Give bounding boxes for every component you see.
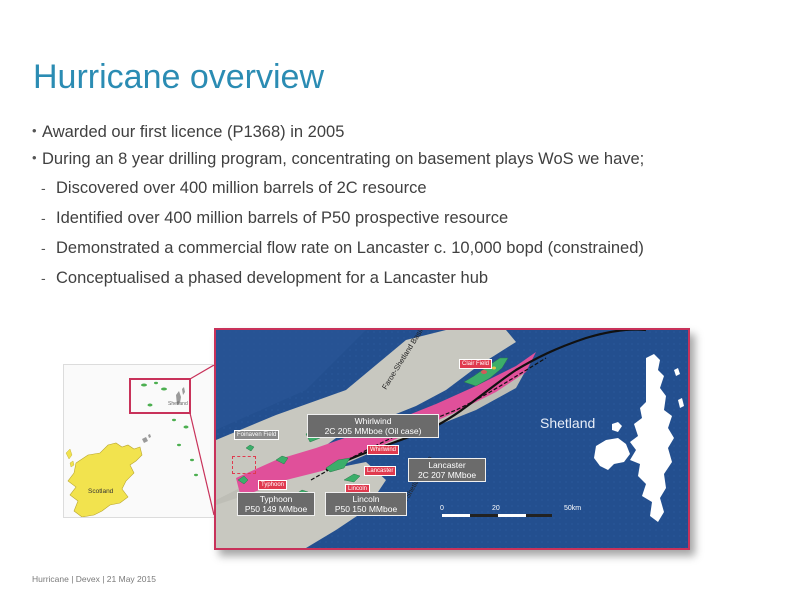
slide-title: Hurricane overview	[33, 58, 324, 96]
scale-tick-0: 0	[440, 505, 444, 512]
bullet-item: During an 8 year drilling program, conce…	[32, 148, 772, 169]
inset-scotland-label: Scotland	[88, 488, 114, 495]
callout-lincoln-value: P50 150 MMboe	[334, 504, 398, 514]
callout-whirlwind-value: 2C 205 MMboe (Oil case)	[324, 426, 422, 436]
sub-bullet-item: - Identified over 400 million barrels of …	[41, 209, 509, 227]
bullet-item: Awarded our first licence (P1368) in 200…	[32, 121, 772, 142]
inset-shetland-label: Shetland	[168, 401, 188, 407]
sub-bullet-text: Identified over 400 million barrels of P…	[56, 209, 509, 227]
scale-tick-50: 50km	[564, 505, 581, 512]
inset-locator-map: Shetland Scotland	[63, 364, 215, 518]
bullet-list: Awarded our first licence (P1368) in 200…	[32, 121, 772, 298]
callout-typhoon-value: P50 149 MMboe	[244, 504, 308, 514]
inset-highlight-box	[129, 378, 191, 414]
callout-lancaster-value: 2C 207 MMboe	[417, 470, 477, 480]
sub-bullet-item: - Discovered over 400 million barrels of …	[41, 179, 427, 197]
tag-foinaven-field: Foinaven Field	[234, 430, 280, 440]
tag-whirlwind: Whirlwind	[367, 445, 400, 455]
sub-bullet-text: Conceptualised a phased development for …	[56, 269, 489, 287]
sub-bullet-item: - Conceptualised a phased development for…	[41, 269, 489, 287]
callout-lincoln: Lincoln P50 150 MMboe	[325, 492, 407, 516]
callout-typhoon-name: Typhoon	[259, 494, 293, 504]
inset-map-graphic: Shetland Scotland	[65, 365, 214, 517]
callout-lancaster: Lancaster 2C 207 MMboe	[408, 458, 486, 482]
sub-bullet-text: Discovered over 400 million barrels of 2…	[56, 179, 427, 197]
hurricane-licence-map: Faroe-Shetland Basin West Shetland Basin…	[214, 328, 690, 550]
map-shetland-label: Shetland	[540, 415, 596, 431]
callout-lincoln-name: Lincoln	[352, 494, 380, 504]
tag-clair-field: Clair Field	[459, 359, 493, 369]
sub-bullet-item: - Demonstrated a commercial flow rate on …	[41, 239, 644, 257]
callout-typhoon: Typhoon P50 149 MMboe	[237, 492, 315, 516]
typhoon-highlight-box	[232, 456, 256, 474]
scale-tick-20: 20	[492, 505, 500, 512]
inset-scotland-shape	[67, 442, 143, 517]
tag-lancaster: Lancaster	[364, 466, 397, 476]
tag-typhoon: Typhoon	[258, 480, 288, 490]
callout-lancaster-name: Lancaster	[428, 460, 466, 470]
callout-whirlwind: Whirlwind 2C 205 MMboe (Oil case)	[307, 414, 439, 438]
slide-footer: Hurricane | Devex | 21 May 2015	[32, 574, 156, 584]
sub-bullet-text: Demonstrated a commercial flow rate on L…	[56, 239, 644, 257]
callout-whirlwind-name: Whirlwind	[354, 416, 392, 426]
